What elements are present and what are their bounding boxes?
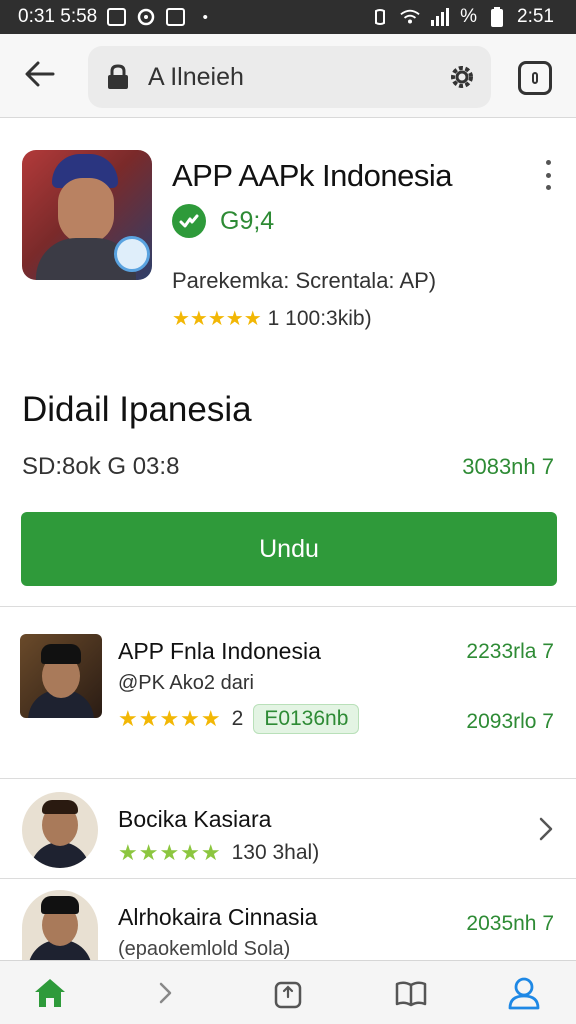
list-item-right-top: 2233rla 7 bbox=[466, 640, 554, 663]
gallery-icon bbox=[107, 8, 127, 26]
gear-icon[interactable] bbox=[447, 62, 477, 92]
status-left: 0:31 5:58 • bbox=[18, 6, 215, 28]
list-item-avatar bbox=[22, 890, 98, 960]
address-text: A Ilneieh bbox=[148, 62, 244, 91]
lock-icon bbox=[108, 64, 128, 89]
person-icon bbox=[508, 977, 540, 1010]
nav-bookmarks-button[interactable] bbox=[393, 975, 429, 1011]
status-bar: 0:31 5:58 • % 2:51 bbox=[0, 0, 576, 34]
rating-stars: ★★★★★ bbox=[172, 308, 262, 330]
tabs-button[interactable] bbox=[518, 61, 552, 95]
nav-home-button[interactable] bbox=[32, 975, 68, 1011]
app-title: APP AAPk Indonesia bbox=[172, 158, 452, 193]
list-item-right: 2035nh 7 bbox=[466, 912, 554, 935]
list-item-thumbnail bbox=[20, 634, 102, 718]
home-icon bbox=[35, 979, 65, 1007]
list-item-title: Alrhokaira Cinnasia bbox=[118, 904, 318, 930]
rating-text: 1 100:3kib) bbox=[267, 306, 372, 330]
download-button[interactable]: Undu bbox=[21, 512, 557, 586]
battery-icon bbox=[487, 7, 507, 27]
list-item[interactable]: APP Fnla Indonesia @PK Ako2 dari ★★★★★ 2… bbox=[0, 606, 576, 778]
app-badge-icon bbox=[114, 236, 150, 272]
nav-share-button[interactable] bbox=[270, 975, 306, 1011]
size-badge: E0136nb bbox=[253, 704, 360, 734]
cap-shape bbox=[41, 896, 79, 914]
list-item-title: APP Fnla Indonesia bbox=[118, 638, 321, 664]
nav-profile-button[interactable] bbox=[506, 975, 542, 1011]
bottom-navigation bbox=[0, 960, 576, 1024]
book-icon bbox=[395, 981, 427, 1007]
photo-icon bbox=[166, 8, 186, 26]
cap-shape bbox=[41, 644, 81, 664]
sync-icon bbox=[136, 7, 156, 27]
address-bar[interactable]: A Ilneieh bbox=[88, 46, 491, 108]
list-item-subtitle: @PK Ako2 dari bbox=[118, 672, 254, 694]
arrow-left-icon bbox=[25, 61, 55, 87]
list-item-rating: ★★★★★ 130 3hal) bbox=[118, 840, 319, 866]
signal-icon bbox=[430, 7, 450, 27]
more-options-button[interactable] bbox=[536, 160, 560, 190]
nfc-icon bbox=[370, 7, 390, 27]
status-right: % 2:51 bbox=[370, 6, 554, 28]
dot-icon: • bbox=[202, 8, 208, 26]
nav-forward-button[interactable] bbox=[148, 975, 184, 1011]
list-item[interactable]: Alrhokaira Cinnasia (epaokemlold Sola) 2… bbox=[0, 878, 576, 960]
face-shape bbox=[58, 178, 114, 244]
chevron-right-icon[interactable] bbox=[536, 816, 556, 842]
list-item-rating: ★★★★★ 2 E0136nb bbox=[118, 704, 360, 734]
dot-icon bbox=[545, 185, 551, 190]
dot-icon bbox=[545, 160, 551, 165]
battery-percent: % bbox=[460, 6, 478, 27]
status-time-left: 0:31 5:58 bbox=[18, 6, 98, 27]
verified-text: G9;4 bbox=[220, 206, 275, 235]
hair-shape bbox=[42, 800, 78, 814]
status-time-right: 2:51 bbox=[517, 6, 554, 27]
list-item-stars: ★★★★★ bbox=[118, 706, 222, 731]
list-item-right-bottom: 2093rlo 7 bbox=[466, 710, 554, 733]
list-item[interactable]: Bocika Kasiara ★★★★★ 130 3hal) bbox=[0, 778, 576, 878]
rating-row: ★★★★★ 1 100:3kib) bbox=[172, 306, 372, 331]
rating-count: 2 bbox=[231, 707, 244, 730]
rating-text: 130 3hal) bbox=[231, 841, 320, 864]
dot-icon bbox=[545, 172, 551, 178]
back-button[interactable] bbox=[20, 54, 60, 94]
list-item-avatar bbox=[22, 792, 98, 868]
app-icon bbox=[22, 150, 152, 280]
chevron-right-icon bbox=[159, 982, 172, 1004]
publisher-text: Parekemka: Screntala: AP) bbox=[172, 268, 437, 293]
verified-check-icon bbox=[172, 204, 206, 238]
detail-right-text: 3083nh 7 bbox=[462, 454, 554, 479]
list-item-subtitle: (epaokemlold Sola) bbox=[118, 938, 291, 960]
detail-left-text: SD:8ok G 03:8 bbox=[22, 453, 180, 480]
app-header: APP AAPk Indonesia G9;4 Parekemka: Scren… bbox=[0, 118, 576, 368]
detail-title: Didail Ipanesia bbox=[22, 390, 252, 429]
list-item-stars: ★★★★★ bbox=[118, 840, 222, 865]
list-item-title: Bocika Kasiara bbox=[118, 806, 272, 832]
detail-row: SD:8ok G 03:8 3083nh 7 bbox=[22, 453, 554, 481]
verified-row: G9;4 bbox=[172, 204, 274, 238]
share-icon bbox=[274, 981, 302, 1009]
tab-indicator-icon bbox=[532, 72, 538, 84]
wifi-icon bbox=[400, 7, 420, 27]
browser-toolbar: A Ilneieh bbox=[0, 34, 576, 118]
